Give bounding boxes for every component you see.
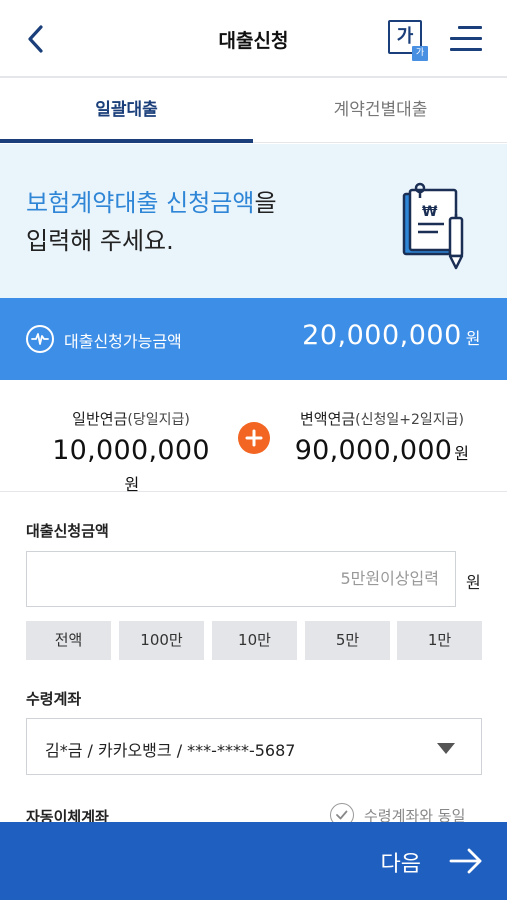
general-annuity-label: 일반연금(당일지급) bbox=[46, 408, 216, 429]
font-size-small-badge: 가 bbox=[412, 46, 428, 61]
general-annuity-value: 10,000,000 bbox=[52, 435, 210, 466]
quick-100k-button[interactable]: 10만 bbox=[212, 621, 297, 660]
general-annuity-unit: 원 bbox=[124, 475, 140, 494]
variable-annuity-title: 변액연금 bbox=[299, 410, 356, 428]
receive-account-select[interactable]: 김*금 / 카카오뱅크 / ***-****-5687 bbox=[26, 718, 482, 775]
quick-1m-button[interactable]: 100만 bbox=[119, 621, 204, 660]
intro-text: 보험계약대출 신청금액을 입력해 주세요. bbox=[26, 184, 277, 260]
variable-annuity-value: 90,000,000 bbox=[294, 435, 453, 466]
quick-amount-buttons: 전액 100만 10만 5만 1만 bbox=[26, 621, 482, 660]
receive-account-label: 수령계좌 bbox=[26, 690, 82, 708]
available-limit-bar: 대출신청가능금액 20,000,000 원 bbox=[0, 298, 507, 380]
pulse-icon bbox=[26, 325, 54, 353]
loan-amount-input[interactable]: 5만원이상입력 bbox=[26, 551, 456, 607]
variable-annuity: 변액연금(신청일+2일지급) 90,000,000 원 bbox=[282, 408, 482, 466]
quick-full-button[interactable]: 전액 bbox=[26, 621, 111, 660]
app-header: 대출신청 가 가 bbox=[0, 0, 507, 78]
variable-annuity-sub: (신청일+2일지급) bbox=[355, 412, 465, 428]
menu-icon-line bbox=[450, 48, 482, 51]
variable-annuity-amount: 90,000,000 원 bbox=[282, 435, 482, 466]
general-annuity: 일반연금(당일지급) 10,000,000 원 bbox=[46, 408, 216, 497]
tab-bulk-loan[interactable]: 일괄대출 bbox=[0, 80, 253, 143]
contract-document-icon: ₩ bbox=[402, 182, 464, 270]
font-size-button[interactable]: 가 가 bbox=[388, 20, 428, 61]
available-limit-label: 대출신청가능금액 bbox=[64, 332, 182, 351]
page-title: 대출신청 bbox=[218, 30, 289, 52]
receive-account-value: 김*금 / 카카오뱅크 / ***-****-5687 bbox=[45, 741, 296, 760]
arrow-right-icon bbox=[449, 848, 482, 874]
quick-50k-button[interactable]: 5만 bbox=[305, 621, 390, 660]
caret-down-icon bbox=[437, 743, 455, 754]
loan-amount-unit: 원 bbox=[466, 573, 481, 592]
menu-button[interactable] bbox=[450, 26, 482, 52]
available-limit-value: 20,000,000 원 bbox=[302, 320, 481, 351]
intro-banner: 보험계약대출 신청금액을 입력해 주세요. ₩ bbox=[0, 144, 507, 298]
quick-10k-button[interactable]: 1만 bbox=[397, 621, 482, 660]
intro-line2: 입력해 주세요. bbox=[26, 227, 174, 255]
tab-per-contract-loan[interactable]: 계약건별대출 bbox=[254, 80, 507, 143]
intro-highlight: 보험계약대출 신청금액 bbox=[26, 189, 255, 217]
general-annuity-title: 일반연금 bbox=[72, 410, 128, 428]
general-annuity-amount: 10,000,000 원 bbox=[46, 435, 216, 497]
variable-annuity-label: 변액연금(신청일+2일지급) bbox=[282, 408, 482, 429]
next-button-label: 다음 bbox=[380, 852, 421, 877]
variable-annuity-unit: 원 bbox=[454, 444, 470, 463]
intro-rest: 을 bbox=[254, 189, 277, 217]
available-limit-unit: 원 bbox=[465, 329, 481, 348]
svg-text:₩: ₩ bbox=[422, 204, 438, 220]
next-button[interactable]: 다음 bbox=[0, 822, 507, 900]
plus-icon bbox=[238, 422, 270, 454]
general-annuity-sub: (당일지급) bbox=[127, 412, 190, 428]
available-limit-amount: 20,000,000 bbox=[302, 320, 462, 351]
tab-bar: 일괄대출 계약건별대출 bbox=[0, 80, 507, 143]
menu-icon bbox=[458, 26, 482, 29]
menu-icon-line bbox=[450, 37, 482, 40]
loan-amount-label: 대출신청금액 bbox=[26, 522, 109, 540]
